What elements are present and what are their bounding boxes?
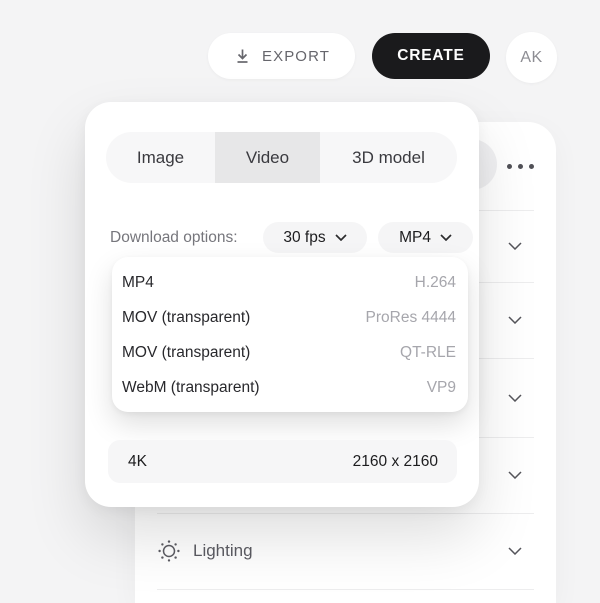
download-options-label: Download options:: [110, 229, 238, 246]
avatar-initials: AK: [520, 48, 543, 66]
format-label: MOV (transparent): [122, 308, 251, 326]
create-button-label: CREATE: [397, 47, 465, 64]
chevron-down-icon: [440, 234, 452, 241]
codec-label: QT-RLE: [400, 343, 456, 361]
chevron-down-icon: [335, 234, 347, 241]
tab-video[interactable]: Video: [215, 132, 320, 183]
download-options-row: Download options: 30 fps MP4: [85, 222, 479, 253]
panel-section-lighting[interactable]: Lighting: [135, 513, 556, 589]
format-label: MOV (transparent): [122, 343, 251, 361]
tab-3d-model[interactable]: 3D model: [320, 132, 457, 183]
tab-3d-model-label: 3D model: [352, 147, 425, 167]
tab-image-label: Image: [136, 147, 185, 167]
export-popup: Image Video 3D model Download options: 3…: [85, 102, 479, 507]
more-options-button[interactable]: [498, 152, 542, 180]
format-label: WebM (transparent): [122, 378, 260, 396]
divider: [157, 589, 534, 590]
sun-icon: [157, 539, 181, 563]
create-button[interactable]: CREATE: [372, 33, 490, 79]
menu-item-mp4[interactable]: MP4 H.264: [112, 265, 468, 300]
resolution-value: 2160 x 2160: [352, 452, 438, 470]
user-avatar[interactable]: AK: [506, 32, 557, 83]
lighting-section-label: Lighting: [193, 541, 253, 560]
format-dropdown-menu: MP4 H.264 MOV (transparent) ProRes 4444 …: [112, 257, 468, 412]
dot-icon: [528, 163, 534, 169]
fps-select-value: 30 fps: [283, 228, 326, 246]
dot-icon: [506, 163, 512, 169]
download-icon: [233, 47, 252, 65]
dot-icon: [517, 163, 523, 169]
format-label: MP4: [122, 273, 154, 291]
menu-item-mov-prores[interactable]: MOV (transparent) ProRes 4444: [112, 300, 468, 335]
chevron-down-icon: [508, 471, 522, 479]
fps-select[interactable]: 30 fps: [263, 222, 367, 253]
export-button[interactable]: EXPORT: [208, 33, 355, 79]
codec-label: VP9: [426, 378, 456, 396]
export-type-tabs: Image Video 3D model: [106, 132, 457, 183]
format-select-value: MP4: [399, 228, 431, 246]
resolution-row[interactable]: 4K 2160 x 2160: [108, 440, 457, 483]
menu-item-mov-qtrle[interactable]: MOV (transparent) QT-RLE: [112, 335, 468, 370]
chevron-down-icon: [508, 316, 522, 324]
chevron-down-icon: [508, 547, 522, 555]
menu-item-webm[interactable]: WebM (transparent) VP9: [112, 370, 468, 405]
format-select[interactable]: MP4: [378, 222, 473, 253]
chevron-down-icon: [508, 242, 522, 250]
export-button-label: EXPORT: [261, 47, 330, 65]
codec-label: H.264: [414, 273, 456, 291]
chevron-down-icon: [508, 393, 522, 402]
app-canvas: Lighting EXPORT CREATE AK Image Video 3D…: [0, 0, 600, 603]
resolution-label: 4K: [128, 452, 147, 470]
tab-image[interactable]: Image: [106, 132, 215, 183]
codec-label: ProRes 4444: [365, 308, 456, 326]
tab-video-label: Video: [245, 147, 290, 167]
